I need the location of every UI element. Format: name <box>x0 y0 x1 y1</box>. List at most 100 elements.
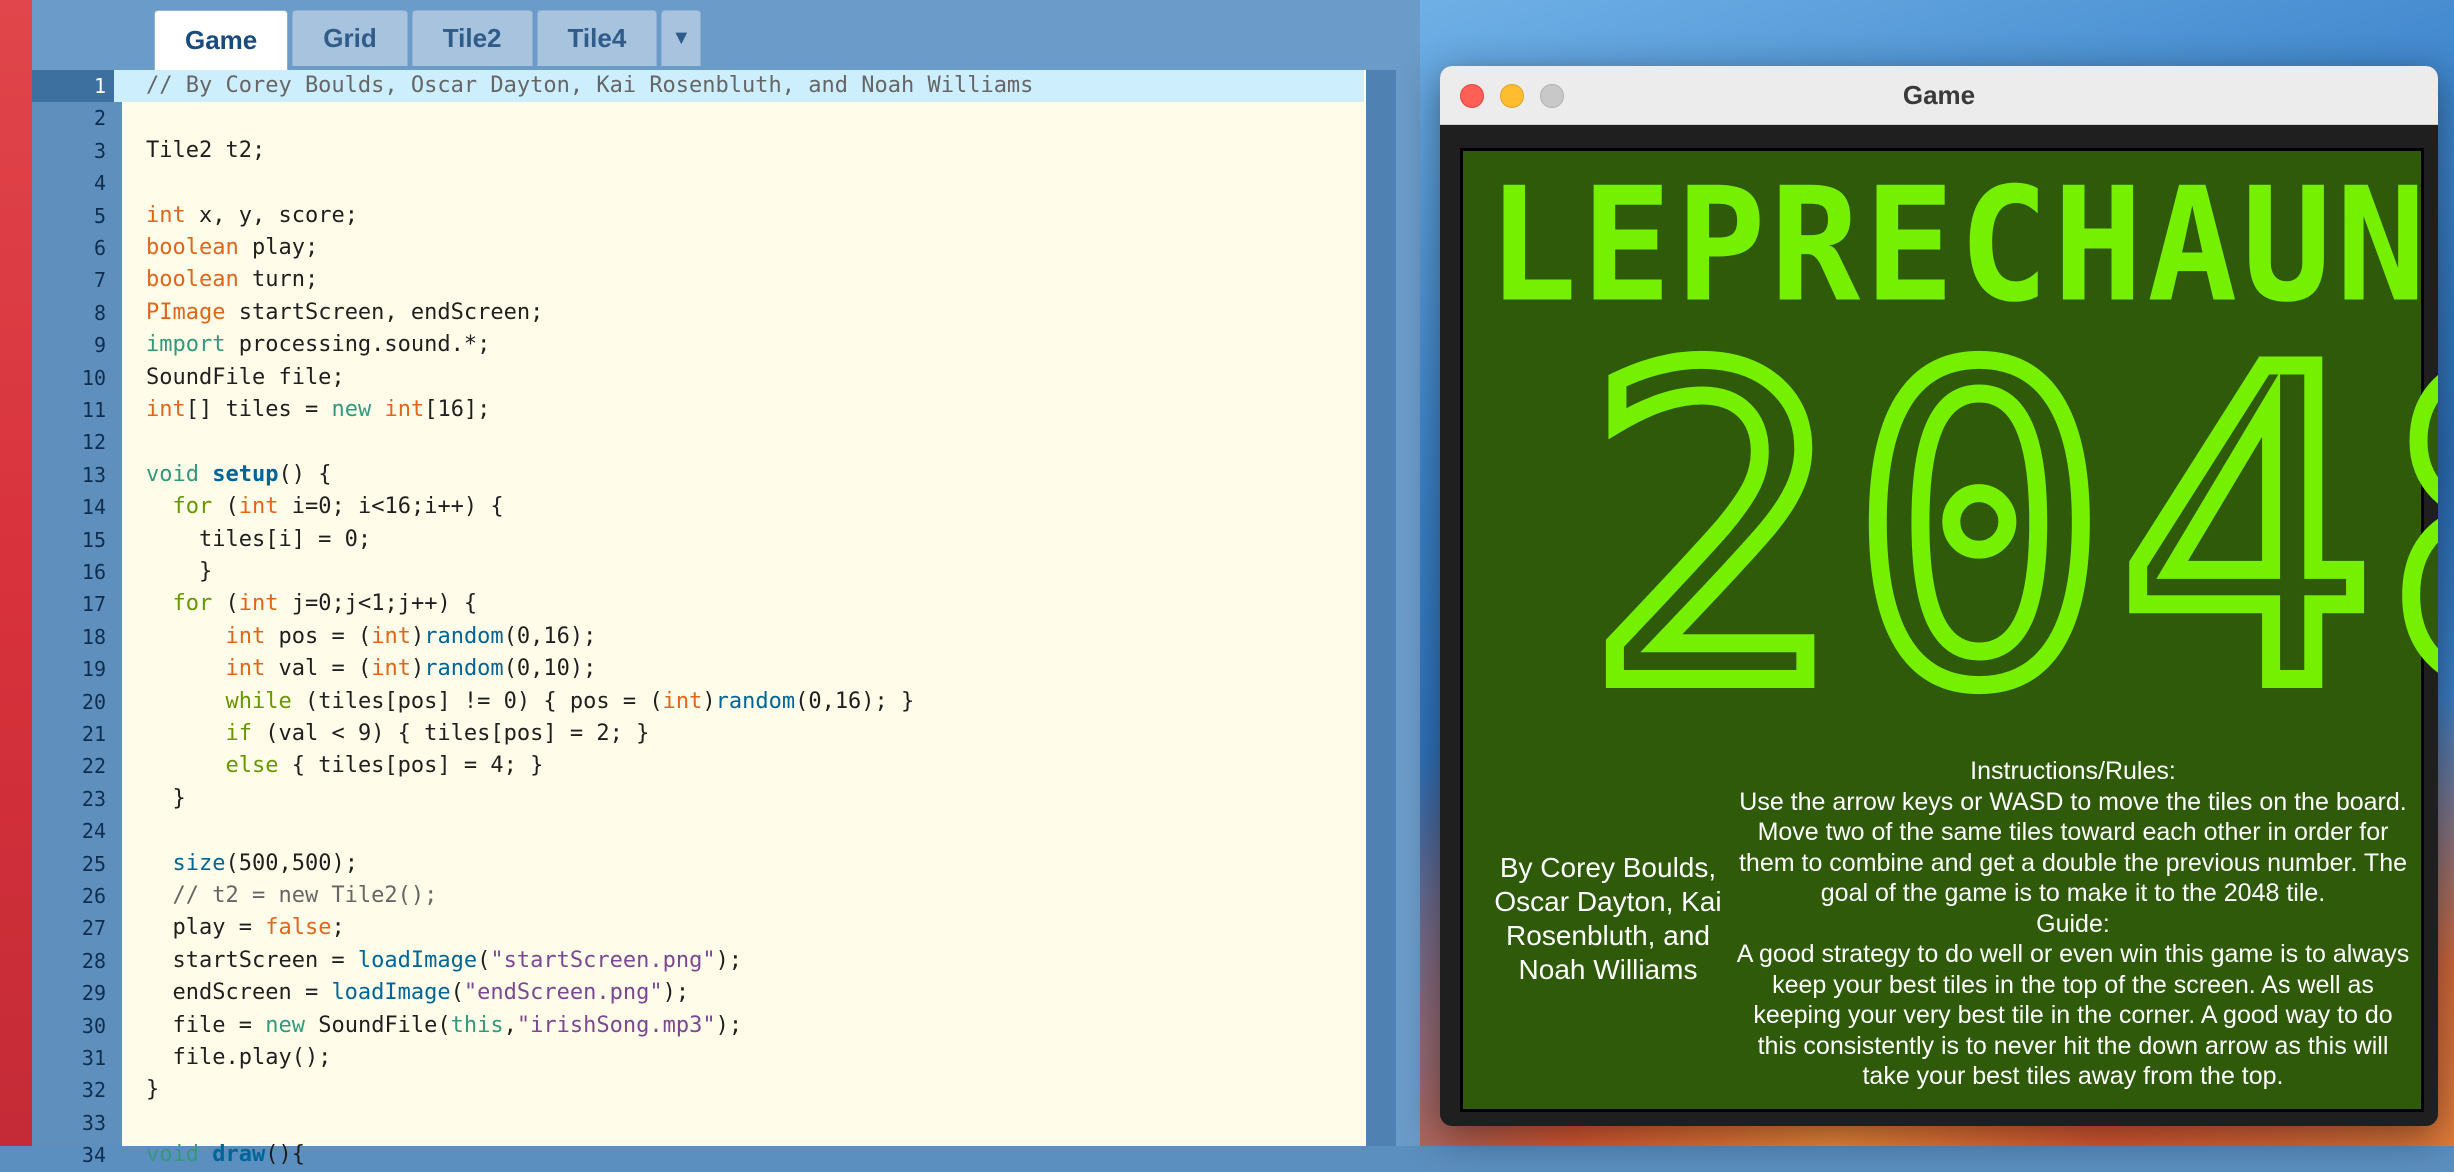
code-line[interactable]: 1 // By Corey Boulds, Oscar Dayton, Kai R… <box>32 70 1364 102</box>
line-number: 23 <box>81 786 106 811</box>
line-number: 12 <box>81 430 106 455</box>
window-titlebar[interactable]: Game <box>1440 66 2438 125</box>
minimize-window-button[interactable] <box>1500 84 1524 108</box>
code-text: endScreen = loadImage("endScreen.png"); <box>146 980 690 1006</box>
code-line[interactable]: 26 // t2 = new Tile2(); <box>32 880 1364 912</box>
code-text: tiles[i] = 0; <box>146 526 372 552</box>
line-number: 28 <box>81 948 106 973</box>
tab-overflow-menu-button[interactable]: ▼ <box>661 10 702 66</box>
code-text: // t2 = new Tile2(); <box>146 883 438 908</box>
code-text: if (val < 9) { tiles[pos] = 2; } <box>225 721 650 746</box>
maximize-window-button[interactable] <box>1540 84 1564 108</box>
line-number: 22 <box>81 754 106 779</box>
line-number: 19 <box>81 657 106 682</box>
line-number: 24 <box>81 819 106 844</box>
code-line[interactable]: 5 int x, y, score; <box>32 200 1364 232</box>
code-line[interactable]: 20 while (tiles[pos] != 0) { pos = (int)… <box>32 686 1364 718</box>
line-number: 11 <box>81 398 106 422</box>
code-line[interactable]: 27 play = false; <box>32 912 1364 944</box>
code-line[interactable]: 16 } <box>32 556 1364 588</box>
line-number: 7 <box>93 268 106 293</box>
editor-vertical-scrollbar[interactable] <box>1366 70 1396 1146</box>
code-text: for (int i=0; i<16;i++) { <box>172 494 504 520</box>
line-number: 34 <box>81 1143 106 1168</box>
tab-grid[interactable]: Grid <box>292 10 408 66</box>
code-text: Tile2 t2; <box>146 137 266 163</box>
close-window-button[interactable] <box>1460 84 1484 108</box>
game-window: Game LEPRECHAUN 2048 By Corey Boulds, Os… <box>1440 66 2438 1126</box>
code-text: int x, y, score; <box>146 202 358 228</box>
game-canvas[interactable]: LEPRECHAUN 2048 By Corey Boulds, Oscar D… <box>1460 148 2438 1112</box>
line-number: 30 <box>81 1013 106 1038</box>
code-text: SoundFile file; <box>146 364 345 390</box>
code-line[interactable]: 21 if (val < 9) { tiles[pos] = 2; } <box>32 718 1364 750</box>
line-number: 20 <box>81 689 106 714</box>
code-text: boolean play; <box>146 235 319 260</box>
code-text: size(500,500); <box>172 850 358 876</box>
code-text: else { tiles[pos] = 4; } <box>225 753 544 779</box>
code-text-area[interactable]: 1 // By Corey Boulds, Oscar Dayton, Kai R… <box>32 70 1366 1167</box>
code-line[interactable]: 29 endScreen = loadImage("endScreen.png"… <box>32 977 1364 1009</box>
code-line[interactable]: 33 <box>32 1107 1364 1139</box>
line-number: 9 <box>93 333 106 358</box>
code-line[interactable]: 2 <box>32 102 1364 134</box>
code-line[interactable]: 31 file.play(); <box>32 1042 1364 1074</box>
code-line[interactable]: 23 } <box>32 783 1364 815</box>
code-text: file = new SoundFile(this,"irishSong.mp3… <box>146 1012 743 1038</box>
guide-text: A good strategy to do well or even win t… <box>1736 940 2410 1090</box>
code-line[interactable]: 3 Tile2 t2; <box>32 135 1364 167</box>
line-number: 31 <box>81 1046 106 1070</box>
code-line[interactable]: 7 boolean turn; <box>32 264 1364 296</box>
line-number: 29 <box>81 981 106 1006</box>
code-line[interactable]: 25 size(500,500); <box>32 848 1364 880</box>
code-line[interactable]: 10 SoundFile file; <box>32 362 1364 394</box>
code-line[interactable]: 4 <box>32 167 1364 199</box>
tab-tile2[interactable]: Tile2 <box>411 10 533 66</box>
line-number: 4 <box>93 171 106 196</box>
code-line[interactable]: 18 int pos = (int)random(0,16); <box>32 621 1364 653</box>
code-line[interactable]: 8 PImage startScreen, endScreen; <box>32 297 1364 329</box>
line-number: 8 <box>93 300 106 325</box>
code-text: int pos = (int)random(0,16); <box>225 623 597 649</box>
code-line[interactable]: 22 else { tiles[pos] = 4; } <box>32 750 1364 782</box>
line-number: 16 <box>81 560 106 584</box>
code-line[interactable]: 34 void draw(){ <box>32 1139 1364 1171</box>
code-text: import processing.sound.*; <box>146 332 491 358</box>
window-title: Game <box>1902 79 1976 110</box>
rules-text: Use the arrow keys or WASD to move the t… <box>1738 787 2408 908</box>
code-text: PImage startScreen, endScreen; <box>146 299 544 325</box>
code-line[interactable]: 14 for (int i=0; i<16;i++) { <box>32 491 1364 523</box>
guide-heading: Guide: <box>2036 909 2110 938</box>
code-text: play = false; <box>146 915 345 941</box>
code-line[interactable]: 19 int val = (int)random(0,10); <box>32 653 1364 685</box>
tab-tile4[interactable]: Tile4 <box>536 10 658 66</box>
code-text: } <box>146 559 213 584</box>
code-line[interactable]: 17 for (int j=0;j<1;j++) { <box>32 588 1364 620</box>
code-line[interactable]: 30 file = new SoundFile(this,"irishSong.… <box>32 1010 1364 1042</box>
code-line[interactable]: 24 <box>32 815 1364 847</box>
line-number: 3 <box>93 138 106 163</box>
code-text: int[] tiles = new int[16]; <box>146 397 491 422</box>
code-text: for (int j=0;j<1;j++) { <box>172 591 478 617</box>
code-line[interactable]: 11 int[] tiles = new int[16]; <box>32 394 1364 426</box>
code-text: } <box>146 1077 160 1103</box>
tab-game[interactable]: Game <box>154 10 289 70</box>
game-authors: By Corey Boulds, Oscar Dayton, Kai Rosen… <box>1494 852 1722 985</box>
line-number: 33 <box>81 1110 106 1135</box>
code-line[interactable]: 13 void setup() { <box>32 459 1364 491</box>
code-line[interactable]: 28 startScreen = loadImage("startScreen.… <box>32 945 1364 977</box>
line-number: 17 <box>81 592 106 617</box>
line-number: 32 <box>81 1078 106 1103</box>
desktop-wallpaper-left <box>0 0 32 1146</box>
line-number: 25 <box>81 851 106 876</box>
code-line[interactable]: 6 boolean play; <box>32 232 1364 264</box>
code-line[interactable]: 15 tiles[i] = 0; <box>32 524 1364 556</box>
code-text: while (tiles[pos] != 0) { pos = (int)ran… <box>225 688 915 714</box>
line-number: 13 <box>81 462 106 487</box>
editor-tab-bar: Game Grid Tile2 Tile4 ▼ <box>154 10 702 70</box>
code-text: file.play(); <box>146 1045 332 1070</box>
code-line[interactable]: 12 <box>32 426 1364 458</box>
code-line[interactable]: 32} <box>32 1074 1364 1106</box>
code-line[interactable]: 9 import processing.sound.*; <box>32 329 1364 361</box>
line-number: 18 <box>81 624 106 649</box>
